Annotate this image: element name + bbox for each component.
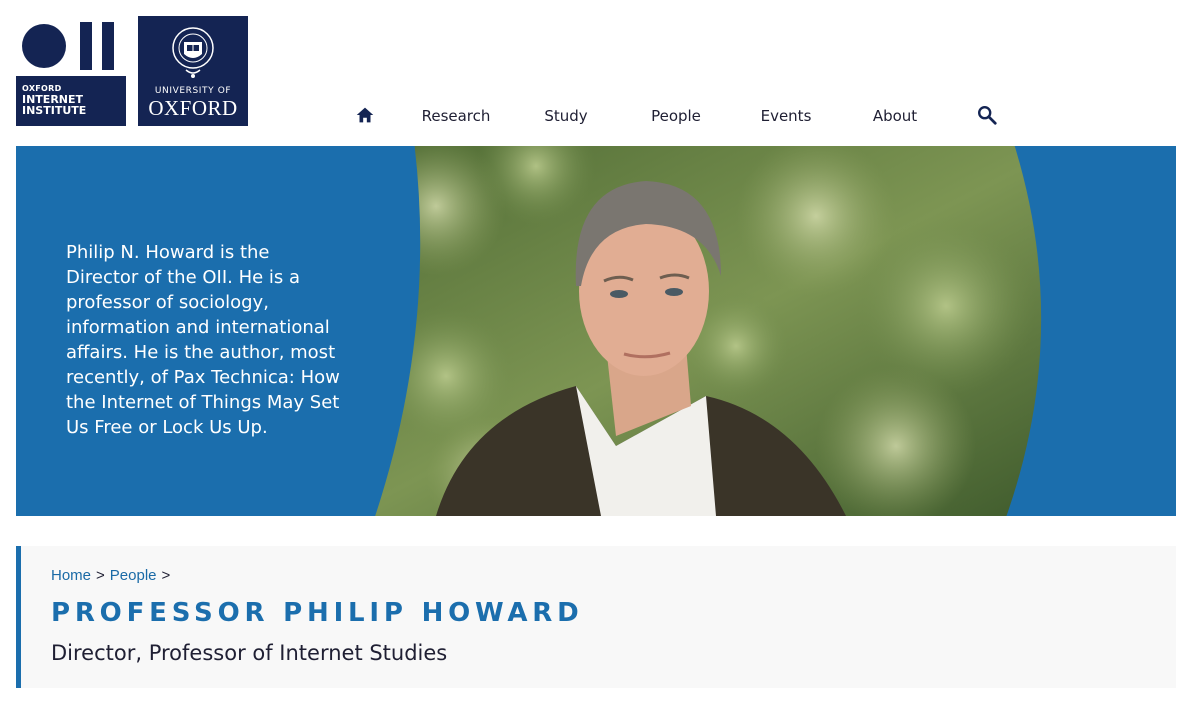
breadcrumb-people[interactable]: People xyxy=(110,567,157,584)
page-title: PROFESSOR PHILIP HOWARD xyxy=(51,598,584,628)
oxford-logo-university: UNIVERSITY OF xyxy=(154,86,232,96)
home-icon xyxy=(356,107,374,123)
nav-search[interactable] xyxy=(975,104,999,136)
nav-home[interactable] xyxy=(353,104,377,136)
breadcrumb-separator: > xyxy=(96,567,105,584)
hero-banner: Philip N. Howard is the Director of the … xyxy=(16,146,1176,516)
nav-research[interactable]: Research xyxy=(418,100,494,132)
profile-header: Home > People > PROFESSOR PHILIP HOWARD Dir… xyxy=(16,546,1176,688)
nav-events[interactable]: Events xyxy=(756,100,816,132)
breadcrumb-separator: > xyxy=(161,567,171,584)
oxford-crest-icon xyxy=(172,27,214,78)
search-icon xyxy=(978,106,997,125)
nav-people[interactable]: People xyxy=(646,100,706,132)
hero-bio: Philip N. Howard is the Director of the … xyxy=(66,242,340,438)
breadcrumb-home[interactable]: Home xyxy=(51,567,91,584)
main-nav: Research Study People Events About xyxy=(0,100,1194,132)
nav-study[interactable]: Study xyxy=(536,100,596,132)
profile-job-title: Director, Professor of Internet Studies xyxy=(51,641,448,665)
breadcrumb: Home > People > xyxy=(51,567,175,584)
oii-logo-mark xyxy=(16,16,126,76)
nav-about[interactable]: About xyxy=(866,100,924,132)
